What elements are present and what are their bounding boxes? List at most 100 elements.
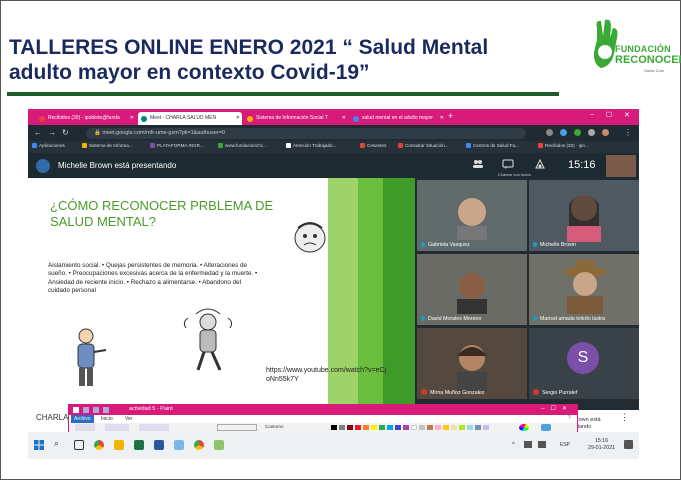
close-icon[interactable]: ✕ bbox=[130, 115, 134, 121]
tab-google-search[interactable]: salud mental en el adulto mayor ✕ bbox=[350, 112, 446, 125]
paint3d-icon[interactable] bbox=[214, 440, 224, 450]
brushes-icon[interactable] bbox=[139, 424, 169, 431]
language-indicator[interactable]: ESP bbox=[560, 442, 570, 448]
color-swatch[interactable] bbox=[419, 425, 425, 430]
back-icon[interactable]: ← bbox=[34, 128, 42, 137]
close-icon[interactable]: ✕ bbox=[440, 115, 444, 121]
bookmark-icon bbox=[360, 143, 365, 148]
bookmark-item[interactable]: Recibidos (33) - ipo... bbox=[538, 143, 589, 148]
star-icon[interactable] bbox=[546, 129, 553, 136]
bookmark-item[interactable]: Sistema de Informa... bbox=[82, 143, 133, 148]
puzzle-icon[interactable] bbox=[588, 129, 595, 136]
close-icon[interactable]: ✕ bbox=[236, 115, 240, 121]
notifications-icon[interactable] bbox=[624, 440, 633, 449]
menu-ver[interactable]: Ver bbox=[125, 416, 133, 422]
tray-chevron-icon[interactable]: ^ bbox=[512, 442, 515, 448]
file-explorer-icon[interactable] bbox=[114, 440, 124, 450]
minimize-icon[interactable]: – bbox=[590, 111, 594, 118]
extension-icon[interactable] bbox=[574, 129, 581, 136]
color-swatch[interactable] bbox=[411, 425, 417, 430]
bookmark-item[interactable]: Cesantes bbox=[360, 143, 386, 148]
tab-sistema[interactable]: Sistema de Información Social T ✕ bbox=[244, 112, 348, 125]
redo-icon[interactable] bbox=[103, 407, 109, 413]
participant-tile[interactable]: Michelle Brown bbox=[529, 180, 639, 251]
network-icon[interactable] bbox=[524, 441, 532, 448]
color-swatch[interactable] bbox=[363, 425, 369, 430]
chrome-icon[interactable] bbox=[194, 440, 204, 450]
color-swatch[interactable] bbox=[387, 425, 393, 430]
windows-icon[interactable] bbox=[34, 440, 44, 450]
bookmark-item[interactable]: Aplicaciones bbox=[32, 143, 65, 148]
color-swatch[interactable] bbox=[459, 425, 465, 430]
participant-tile[interactable]: Mirna Muñoz Gonzalez bbox=[417, 328, 527, 399]
menu-archivo[interactable]: Archivo bbox=[71, 415, 94, 423]
more-options-icon[interactable]: ⋮ bbox=[620, 412, 629, 423]
color-swatch[interactable] bbox=[475, 425, 481, 430]
activities-icon[interactable] bbox=[534, 158, 546, 170]
slide-title: TALLERES ONLINE ENERO 2021 “ Salud Menta… bbox=[9, 35, 569, 85]
color-swatch[interactable] bbox=[451, 425, 457, 430]
presentation-link[interactable]: https://www.youtube.com/watch?v=eCj oNn5… bbox=[266, 366, 396, 384]
menu-kebab-icon[interactable]: ⋮ bbox=[624, 128, 632, 137]
forward-icon[interactable]: → bbox=[48, 128, 56, 137]
menu-inicio[interactable]: Inicio bbox=[101, 416, 113, 422]
color-swatch[interactable] bbox=[347, 425, 353, 430]
participant-tile[interactable]: David Morales Moreno bbox=[417, 254, 527, 325]
color-swatch[interactable] bbox=[435, 425, 441, 430]
meet-icon bbox=[141, 116, 147, 122]
participant-name: Sergio Purralef bbox=[533, 389, 577, 396]
bookmark-item[interactable]: Atención Trabajado... bbox=[286, 143, 336, 148]
people-icon[interactable] bbox=[472, 158, 484, 170]
color-swatch[interactable] bbox=[443, 425, 449, 430]
participant-tile[interactable]: Marisel amada toledo lastra bbox=[529, 254, 639, 325]
participant-label: Marisel amada toledo lastra bbox=[540, 316, 606, 322]
color-swatch[interactable] bbox=[403, 425, 409, 430]
bookmark-item[interactable]: Centros de Salud Fa... bbox=[466, 143, 519, 148]
undo-icon[interactable] bbox=[93, 407, 99, 413]
bookmark-item[interactable]: Consultar Situación... bbox=[398, 143, 449, 148]
maximize-icon[interactable]: ☐ bbox=[606, 111, 612, 119]
reload-icon[interactable]: ↻ bbox=[62, 128, 69, 137]
volume-icon[interactable] bbox=[538, 441, 546, 448]
color-swatch[interactable] bbox=[467, 425, 473, 430]
chrome-icon[interactable] bbox=[94, 440, 104, 450]
bookmark-item[interactable]: PLATAFORMA INGR... bbox=[150, 143, 204, 148]
word-icon[interactable] bbox=[154, 440, 164, 450]
color-swatch[interactable] bbox=[483, 425, 489, 430]
chat-icon[interactable] bbox=[502, 158, 514, 170]
search-icon[interactable]: ⌕ bbox=[54, 438, 59, 449]
tab-gmail[interactable]: Recibidos (30) - ipoblete@funda ✕ bbox=[36, 112, 136, 125]
paint-icon[interactable] bbox=[174, 440, 184, 450]
paint3d-icon[interactable] bbox=[541, 424, 551, 431]
extension-icon[interactable] bbox=[560, 129, 567, 136]
outline-dropdown[interactable]: Contorno bbox=[265, 424, 284, 429]
tab-meet[interactable]: Meet - CHARLA SALUD MEN ✕ bbox=[138, 112, 242, 125]
save-icon[interactable] bbox=[83, 407, 89, 413]
participant-tile[interactable]: S Sergio Purralef bbox=[529, 328, 639, 399]
help-icon[interactable]: ? bbox=[568, 415, 571, 421]
color-swatch[interactable] bbox=[355, 425, 361, 430]
color-swatch[interactable] bbox=[331, 425, 337, 430]
color-swatch[interactable] bbox=[371, 425, 377, 430]
task-view-icon[interactable] bbox=[74, 440, 84, 450]
participant-video bbox=[457, 273, 487, 314]
url-input[interactable]: 🔒 meet.google.com/mfr-ume-gxm?pli=1&auth… bbox=[86, 128, 526, 139]
color-swatch[interactable] bbox=[379, 425, 385, 430]
new-tab-button[interactable]: + bbox=[448, 111, 453, 121]
shapes-gallery[interactable] bbox=[217, 424, 257, 431]
paint-window-controls[interactable]: –☐✕ bbox=[541, 405, 573, 412]
clipboard-icon[interactable] bbox=[75, 424, 95, 431]
old-man-illustration bbox=[77, 328, 107, 386]
participant-tile[interactable]: Gabriela Vasquez bbox=[417, 180, 527, 251]
color-swatch[interactable] bbox=[339, 425, 345, 430]
close-icon[interactable]: ✕ bbox=[342, 115, 346, 121]
edit-colors-icon[interactable] bbox=[519, 424, 529, 431]
color-swatch[interactable] bbox=[395, 425, 401, 430]
tray-clock[interactable]: 15:16 29-01-2021 bbox=[588, 438, 615, 452]
close-window-icon[interactable]: ✕ bbox=[624, 111, 630, 119]
excel-icon[interactable] bbox=[134, 440, 144, 450]
profile-avatar-icon[interactable] bbox=[602, 129, 609, 136]
bookmark-item[interactable]: www.fundacionchc... bbox=[218, 143, 267, 148]
image-tools-icon[interactable] bbox=[105, 424, 129, 431]
color-swatch[interactable] bbox=[427, 425, 433, 430]
